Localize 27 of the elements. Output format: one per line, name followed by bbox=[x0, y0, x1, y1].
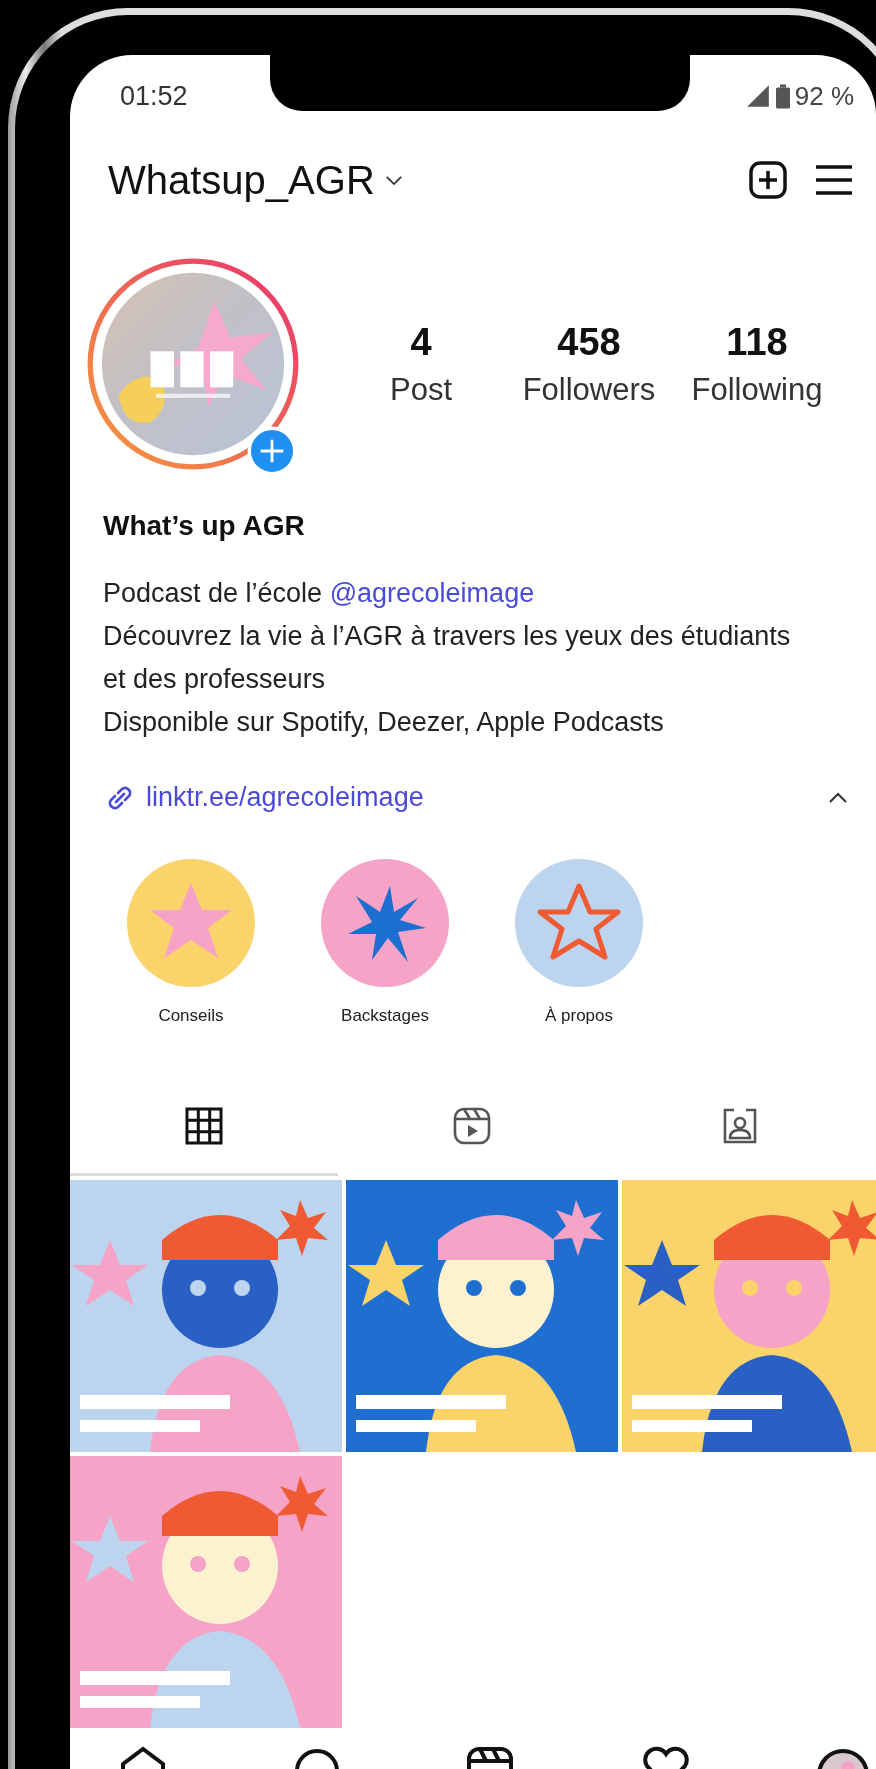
stat-count: 458 bbox=[557, 320, 621, 364]
battery-level: 92 % bbox=[794, 80, 854, 112]
account-switcher[interactable]: Whatsup_AGR bbox=[108, 157, 375, 203]
clapperboard-icon bbox=[452, 1106, 492, 1146]
menu-icon[interactable] bbox=[814, 163, 854, 197]
stat-label[interactable]: Following bbox=[691, 371, 823, 408]
profile-link[interactable]: linktr.ee/agrecoleimage bbox=[146, 782, 424, 813]
chevron-up-icon[interactable] bbox=[828, 791, 848, 804]
bio-text: Découvrez la vie à l’AGR à travers les yeux des étudiants et des professeurs bbox=[103, 620, 792, 696]
bio-text: Podcast de l’école @agrecoleimage bbox=[103, 577, 536, 610]
burst-icon[interactable] bbox=[320, 858, 450, 988]
stat-count: 4 bbox=[410, 320, 432, 364]
bio-text: Disponible sur Spotify, Deezer, Apple Podcasts bbox=[103, 706, 665, 739]
signal-icon bbox=[744, 84, 771, 108]
highlight-label[interactable]: Backstages bbox=[341, 1006, 429, 1026]
add-icon[interactable] bbox=[748, 160, 788, 200]
grid-icon bbox=[184, 1106, 224, 1146]
highlight-label[interactable]: Conseils bbox=[158, 1006, 224, 1026]
stat-label[interactable]: Post bbox=[390, 371, 452, 408]
highlight-label[interactable]: À propos bbox=[544, 1006, 613, 1026]
stat-label[interactable]: Followers bbox=[522, 371, 656, 408]
profile-name: What’s up AGR bbox=[102, 509, 306, 542]
chevron-down-icon[interactable] bbox=[384, 174, 403, 186]
status-time: 01:52 bbox=[120, 80, 188, 112]
mention-link[interactable]: @agrecoleimage bbox=[329, 578, 535, 608]
battery-icon bbox=[775, 83, 790, 109]
stat-count: 118 bbox=[726, 320, 788, 364]
